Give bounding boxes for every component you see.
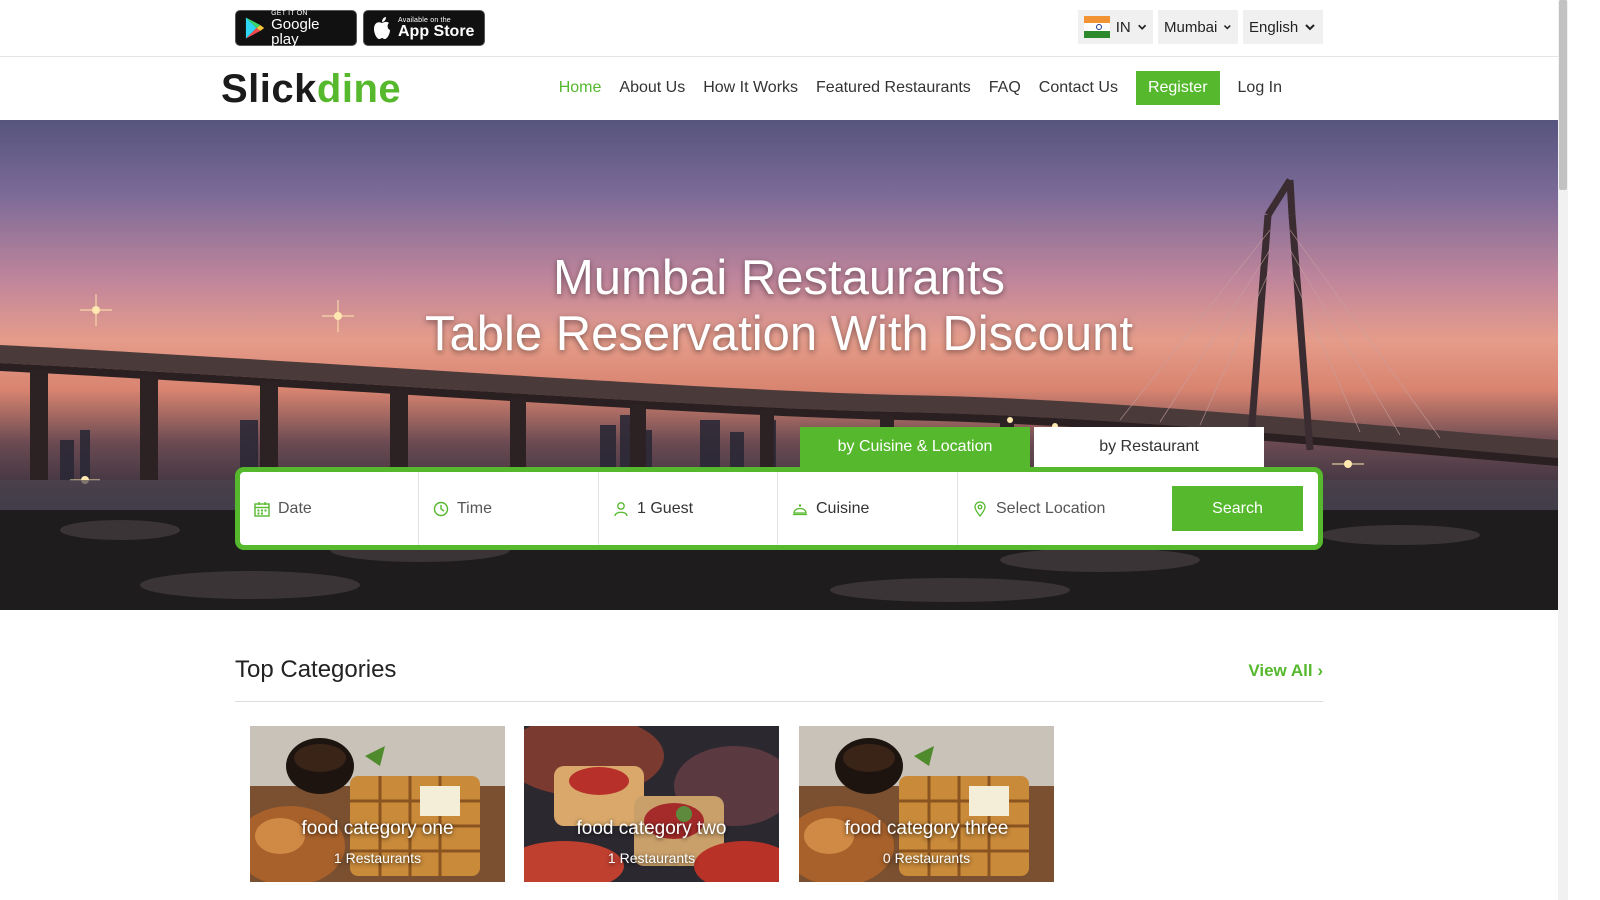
app-store-big-text: App Store bbox=[398, 22, 475, 40]
language-selector[interactable]: English bbox=[1243, 10, 1323, 44]
hero-banner: Mumbai Restaurants Table Reservation Wit… bbox=[0, 120, 1558, 610]
view-all-label: View All bbox=[1248, 661, 1313, 680]
cuisine-value: Cuisine bbox=[816, 499, 870, 517]
logo-part-2: dine bbox=[316, 67, 402, 111]
search-button[interactable]: Search bbox=[1172, 486, 1303, 531]
language-value: English bbox=[1249, 18, 1299, 36]
chevron-down-icon bbox=[1224, 25, 1232, 30]
category-card[interactable]: food category three 0 Restaurants bbox=[799, 726, 1054, 882]
login-link[interactable]: Log In bbox=[1238, 71, 1282, 105]
apple-icon bbox=[374, 17, 390, 39]
nav-about-us[interactable]: About Us bbox=[619, 71, 685, 105]
hero-title-line-2: Table Reservation With Discount bbox=[424, 307, 1134, 361]
india-flag-icon bbox=[1084, 16, 1110, 38]
cuisine-field[interactable]: Cuisine bbox=[778, 472, 958, 545]
date-placeholder: Date bbox=[278, 499, 312, 517]
tab-restaurant[interactable]: by Restaurant bbox=[1034, 427, 1264, 467]
nav-faq[interactable]: FAQ bbox=[989, 71, 1021, 105]
section-divider bbox=[235, 701, 1323, 702]
category-card[interactable]: food category one 1 Restaurants bbox=[250, 726, 505, 882]
location-placeholder: Select Location bbox=[996, 499, 1106, 517]
search-form: Date Time 1 Guest Cuisine Select Locatio… bbox=[235, 467, 1323, 550]
nav-home[interactable]: Home bbox=[559, 71, 602, 105]
register-button[interactable]: Register bbox=[1135, 71, 1220, 105]
time-placeholder: Time bbox=[457, 499, 492, 517]
guest-field[interactable]: 1 Guest bbox=[599, 472, 778, 545]
nav-links: Home About Us How It Works Featured Rest… bbox=[541, 71, 1282, 105]
nav-how-it-works[interactable]: How It Works bbox=[703, 71, 798, 105]
user-icon bbox=[614, 501, 628, 516]
map-pin-icon bbox=[974, 500, 986, 517]
category-count: 1 Restaurants bbox=[607, 850, 696, 866]
chevron-right-icon: › bbox=[1317, 661, 1323, 680]
chevron-down-icon bbox=[1137, 24, 1146, 30]
google-play-icon bbox=[245, 17, 265, 39]
country-value: IN bbox=[1115, 18, 1131, 36]
nav-contact-us[interactable]: Contact Us bbox=[1039, 71, 1118, 105]
category-count: 1 Restaurants bbox=[333, 850, 422, 866]
category-name: food category three bbox=[844, 818, 1009, 839]
google-play-badge[interactable]: GET IT ON Google play bbox=[235, 10, 357, 48]
page-scrollbar-thumb[interactable] bbox=[1559, 0, 1567, 190]
nav-featured-restaurants[interactable]: Featured Restaurants bbox=[816, 71, 971, 105]
top-bar: GET IT ON Google play Available on the A… bbox=[0, 0, 1558, 57]
hero-title-line-1: Mumbai Restaurants bbox=[552, 251, 1006, 305]
city-selector[interactable]: Mumbai bbox=[1158, 10, 1238, 44]
logo-part-1: Slick bbox=[221, 67, 317, 111]
calendar-icon bbox=[254, 501, 270, 517]
city-value: Mumbai bbox=[1164, 18, 1218, 36]
main-navbar: Slickdine Home About Us How It Works Fea… bbox=[0, 57, 1558, 120]
google-play-big-text: Google play bbox=[271, 15, 320, 48]
tab-cuisine-location[interactable]: by Cuisine & Location bbox=[800, 427, 1030, 467]
date-field[interactable]: Date bbox=[240, 472, 419, 545]
guest-value: 1 Guest bbox=[637, 499, 694, 517]
app-store-badge[interactable]: Available on the App Store bbox=[363, 10, 485, 46]
top-categories-title: Top Categories bbox=[235, 656, 397, 683]
clock-icon bbox=[433, 501, 449, 516]
view-all-link[interactable]: View All › bbox=[1248, 661, 1323, 681]
chevron-down-icon bbox=[1305, 24, 1315, 31]
country-selector[interactable]: IN bbox=[1078, 10, 1153, 44]
time-field[interactable]: Time bbox=[419, 472, 599, 545]
cloche-icon bbox=[793, 503, 807, 515]
category-card[interactable]: food category two 1 Restaurants bbox=[524, 726, 779, 882]
location-field[interactable]: Select Location bbox=[958, 472, 1168, 545]
category-count: 0 Restaurants bbox=[882, 850, 971, 866]
logo[interactable]: Slickdine bbox=[221, 69, 401, 109]
category-name: food category one bbox=[301, 818, 454, 839]
category-name: food category two bbox=[576, 818, 727, 839]
